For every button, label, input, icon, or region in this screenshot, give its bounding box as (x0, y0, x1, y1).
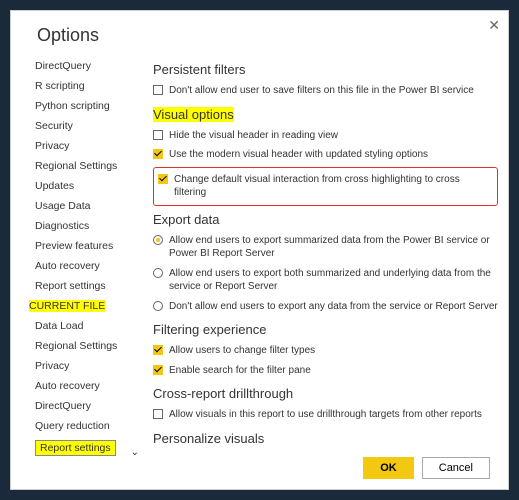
opt-export-none[interactable]: Don't allow end users to export any data… (153, 297, 498, 317)
checkbox-icon[interactable] (153, 365, 163, 375)
checkbox-icon[interactable] (158, 174, 168, 184)
sidebar-item-python-scripting[interactable]: Python scripting (19, 96, 139, 116)
sidebar-item-cf-data-load[interactable]: Data Load (19, 316, 139, 336)
close-icon[interactable]: ✕ (488, 17, 500, 34)
radio-icon[interactable] (153, 235, 163, 245)
opt-enable-search-filter[interactable]: Enable search for the filter pane (153, 361, 498, 381)
sidebar-item-cf-regional-settings[interactable]: Regional Settings (19, 336, 139, 356)
sidebar-item-cf-report-settings[interactable]: Report settings ⌄ (19, 436, 139, 458)
sidebar-item-usage-data[interactable]: Usage Data (19, 196, 139, 216)
opt-modern-visual-header[interactable]: Use the modern visual header with update… (153, 145, 498, 165)
section-cross-report: Cross-report drillthrough (153, 386, 498, 401)
sidebar-item-preview-features[interactable]: Preview features (19, 236, 139, 256)
dialog-footer: OK Cancel (363, 457, 490, 479)
sidebar-item-report-settings[interactable]: Report settings (19, 276, 139, 296)
section-export-data: Export data (153, 212, 498, 227)
opt-export-summarized[interactable]: Allow end users to export summarized dat… (153, 231, 498, 264)
opt-persistent-disallow[interactable]: Don't allow end user to save filters on … (153, 81, 498, 101)
ok-button[interactable]: OK (363, 457, 414, 479)
dialog-title: Options (11, 11, 508, 56)
sidebar-item-cf-query-reduction[interactable]: Query reduction (19, 416, 139, 436)
main-panel: Persistent filters Don't allow end user … (139, 56, 508, 458)
section-filtering-experience: Filtering experience (153, 322, 498, 337)
opt-hide-visual-header[interactable]: Hide the visual header in reading view (153, 126, 498, 146)
sidebar-item-diagnostics[interactable]: Diagnostics (19, 216, 139, 236)
sidebar-item-cf-directquery[interactable]: DirectQuery (19, 396, 139, 416)
sidebar-item-updates[interactable]: Updates (19, 176, 139, 196)
checkbox-icon[interactable] (153, 345, 163, 355)
opt-cross-report-drill[interactable]: Allow visuals in this report to use dril… (153, 405, 498, 425)
sidebar-section-current-file: CURRENT FILE (19, 296, 139, 316)
opt-export-both[interactable]: Allow end users to export both summarize… (153, 264, 498, 297)
sidebar-item-directquery[interactable]: DirectQuery (19, 56, 139, 76)
radio-icon[interactable] (153, 301, 163, 311)
section-persistent-filters: Persistent filters (153, 62, 498, 77)
sidebar: DirectQuery R scripting Python scripting… (11, 56, 139, 458)
opt-change-filter-types[interactable]: Allow users to change filter types (153, 341, 498, 361)
radio-icon[interactable] (153, 268, 163, 278)
sidebar-item-auto-recovery[interactable]: Auto recovery (19, 256, 139, 276)
cancel-button[interactable]: Cancel (422, 457, 490, 479)
sidebar-item-security[interactable]: Security (19, 116, 139, 136)
sidebar-item-regional-settings[interactable]: Regional Settings (19, 156, 139, 176)
opt-cross-filtering[interactable]: Change default visual interaction from c… (158, 170, 493, 203)
sidebar-item-r-scripting[interactable]: R scripting (19, 76, 139, 96)
section-visual-options: Visual options (153, 107, 498, 122)
checkbox-icon[interactable] (153, 130, 163, 140)
chevron-down-icon: ⌄ (131, 447, 139, 458)
section-personalize-visuals: Personalize visuals (153, 431, 498, 446)
checkbox-icon[interactable] (153, 85, 163, 95)
checkbox-icon[interactable] (153, 409, 163, 419)
options-dialog: ✕ Options DirectQuery R scripting Python… (10, 10, 509, 490)
checkbox-icon[interactable] (153, 149, 163, 159)
sidebar-item-cf-privacy[interactable]: Privacy (19, 356, 139, 376)
sidebar-item-privacy[interactable]: Privacy (19, 136, 139, 156)
sidebar-item-cf-auto-recovery[interactable]: Auto recovery (19, 376, 139, 396)
highlighted-option: Change default visual interaction from c… (153, 167, 498, 206)
